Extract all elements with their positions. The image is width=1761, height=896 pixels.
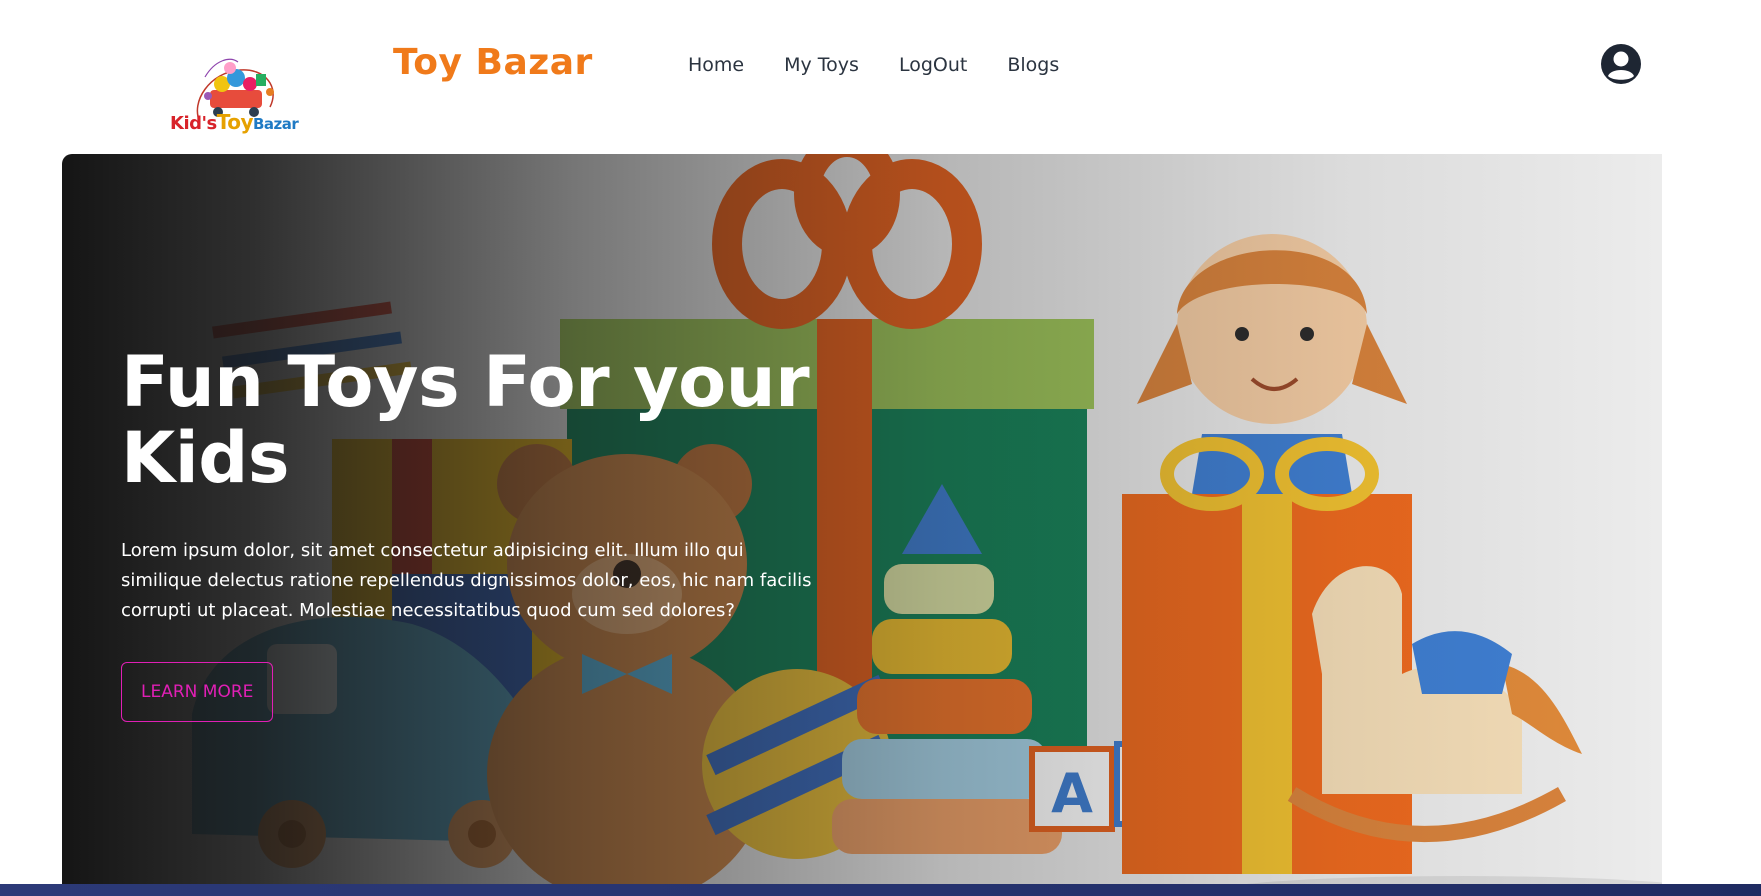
logo-word-bazar: Bazar	[253, 115, 299, 133]
site-logo[interactable]: Kid'sToyBazar	[170, 52, 306, 146]
hero-description: Lorem ipsum dolor, sit amet consectetur …	[121, 540, 812, 621]
user-circle-icon[interactable]	[1600, 43, 1642, 85]
logo-word-kids: Kid's	[170, 113, 217, 134]
nav-item-home: Home	[668, 50, 764, 80]
nav-item-logout: LogOut	[879, 50, 987, 80]
nav-link-home[interactable]: Home	[668, 50, 764, 80]
nav-menu: Home My Toys LogOut Blogs	[668, 50, 1079, 80]
brand-title[interactable]: Toy Bazar	[393, 42, 593, 83]
nav-item-blogs: Blogs	[987, 50, 1079, 80]
hero-title: Fun Toys For your Kids	[121, 341, 810, 499]
logo-word-toy: Toy	[216, 110, 254, 134]
learn-more-button[interactable]: LEARN MORE	[121, 662, 274, 722]
navbar: Kid'sToyBazar Toy Bazar Home My Toys Log…	[0, 0, 1761, 153]
hero-content: Fun Toys For your Kids Lorem ipsum dolor…	[121, 344, 841, 722]
nav-link-logout[interactable]: LogOut	[879, 50, 987, 80]
logo-wordmark: Kid'sToyBazar	[170, 110, 306, 134]
hero-banner: A B Fun Toys For your Kids Lorem ipsum d…	[62, 154, 1662, 896]
nav-item-my-toys: My Toys	[764, 50, 879, 80]
nav-link-blogs[interactable]: Blogs	[987, 50, 1079, 80]
bottom-strip	[0, 884, 1761, 896]
nav-link-my-toys[interactable]: My Toys	[764, 50, 879, 80]
